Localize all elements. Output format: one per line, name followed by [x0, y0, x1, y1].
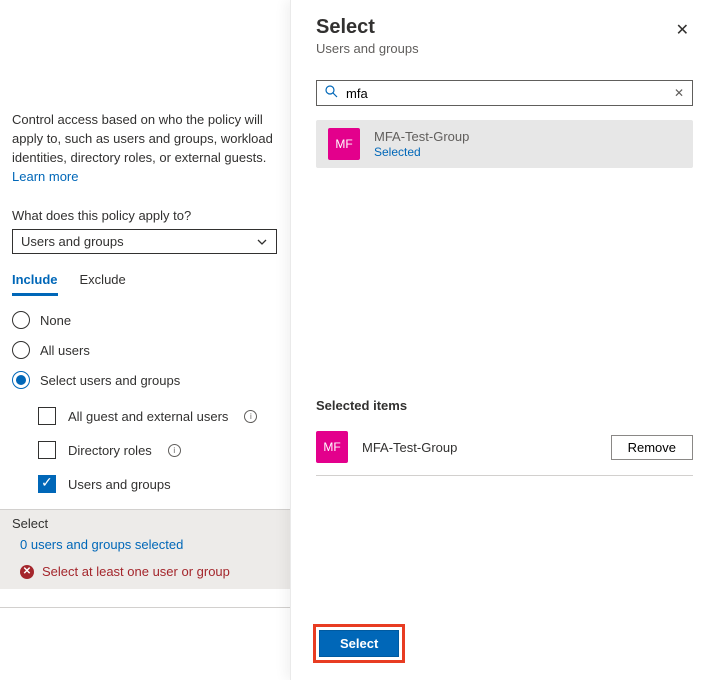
remove-button[interactable]: Remove — [611, 435, 693, 460]
check-directory-roles[interactable]: Directory roles i — [38, 441, 278, 459]
select-summary: Select 0 users and groups selected ✕ Sel… — [0, 509, 290, 589]
panel-header: Select Users and groups ✕ — [316, 16, 693, 56]
policy-question-label: What does this policy apply to? — [12, 208, 278, 223]
selected-item-row: MF MFA-Test-Group Remove — [316, 425, 693, 476]
panel-subtitle: Users and groups — [316, 41, 419, 56]
tab-exclude[interactable]: Exclude — [80, 272, 126, 296]
check-users-groups[interactable]: Users and groups — [38, 475, 278, 493]
radio-label: Select users and groups — [40, 373, 180, 388]
panel-footer: Select — [316, 609, 693, 680]
radio-label: All users — [40, 343, 90, 358]
result-name: MFA-Test-Group — [374, 129, 469, 144]
check-label: All guest and external users — [68, 409, 228, 424]
error-icon: ✕ — [20, 565, 34, 579]
intro-text: Control access based on who the policy w… — [12, 111, 278, 186]
selected-item-name: MFA-Test-Group — [362, 440, 597, 455]
validation-error: ✕ Select at least one user or group — [12, 560, 278, 579]
summary-selected-link[interactable]: 0 users and groups selected — [12, 537, 278, 552]
result-status: Selected — [374, 145, 469, 159]
check-label: Directory roles — [68, 443, 152, 458]
dropdown-value: Users and groups — [21, 234, 124, 249]
search-result-row[interactable]: MF MFA-Test-Group Selected — [316, 120, 693, 168]
intro-copy: Control access based on who the policy w… — [12, 112, 273, 165]
checkbox-icon — [38, 475, 56, 493]
radio-none[interactable]: None — [12, 311, 278, 329]
search-input[interactable] — [346, 86, 666, 101]
clear-icon[interactable]: ✕ — [674, 86, 684, 100]
subselect-check-group: All guest and external users i Directory… — [12, 407, 278, 493]
info-icon[interactable]: i — [168, 444, 181, 457]
policy-scope-dropdown[interactable]: Users and groups — [12, 229, 277, 254]
radio-icon — [12, 341, 30, 359]
highlight-frame: Select — [316, 627, 402, 660]
close-icon[interactable]: ✕ — [672, 16, 693, 44]
check-label: Users and groups — [68, 477, 171, 492]
select-button[interactable]: Select — [319, 630, 399, 657]
select-panel: Select Users and groups ✕ ✕ MF MFA-Test-… — [290, 0, 713, 680]
radio-icon — [12, 371, 30, 389]
include-exclude-tabs: Include Exclude — [12, 272, 278, 297]
avatar: MF — [316, 431, 348, 463]
radio-all-users[interactable]: All users — [12, 341, 278, 359]
learn-more-link[interactable]: Learn more — [12, 169, 78, 184]
radio-select-users[interactable]: Select users and groups — [12, 371, 278, 389]
panel-title: Select — [316, 16, 419, 39]
divider — [0, 607, 290, 608]
error-text: Select at least one user or group — [42, 564, 230, 579]
checkbox-icon — [38, 441, 56, 459]
chevron-down-icon — [256, 236, 268, 248]
radio-label: None — [40, 313, 71, 328]
summary-heading: Select — [12, 516, 278, 531]
info-icon[interactable]: i — [244, 410, 257, 423]
search-icon — [325, 85, 338, 101]
selected-items-heading: Selected items — [316, 398, 693, 413]
include-radio-group: None All users Select users and groups — [12, 311, 278, 389]
radio-icon — [12, 311, 30, 329]
search-box[interactable]: ✕ — [316, 80, 693, 106]
check-guests[interactable]: All guest and external users i — [38, 407, 278, 425]
left-pane: Control access based on who the policy w… — [0, 0, 290, 680]
tab-include[interactable]: Include — [12, 272, 58, 296]
avatar: MF — [328, 128, 360, 160]
checkbox-icon — [38, 407, 56, 425]
